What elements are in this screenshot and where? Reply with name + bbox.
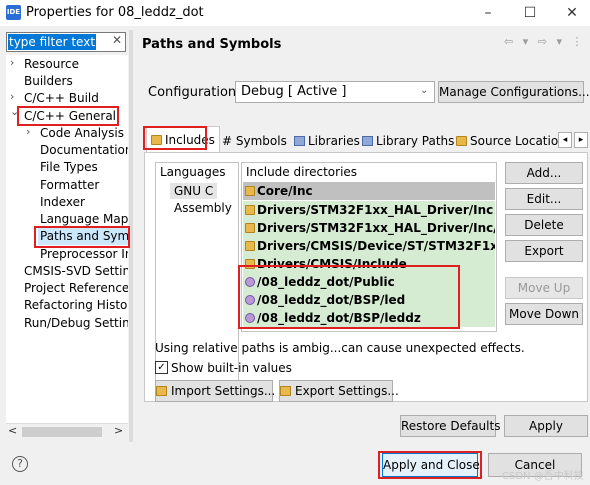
sidebar-item-documentation[interactable]: Documentation xyxy=(40,142,128,158)
highlight-apply-and-close xyxy=(378,451,482,479)
tab-symbols-label: # Symbols xyxy=(222,134,287,148)
move-up-button[interactable]: Move Up xyxy=(505,277,583,299)
sidebar-item-run-debug[interactable]: Run/Debug Settings xyxy=(24,315,128,331)
scrollbar-thumb[interactable] xyxy=(22,427,102,437)
tab-source-location-label: Source Location xyxy=(470,134,566,148)
filter-input[interactable]: type filter text ✕ xyxy=(6,32,126,52)
scroll-left-icon[interactable]: < xyxy=(8,424,17,437)
language-item-assembly[interactable]: Assembly xyxy=(174,201,232,215)
highlight-includes-tab xyxy=(143,126,207,150)
expand-code-analysis-icon[interactable]: › xyxy=(26,125,30,138)
page-title: Paths and Symbols xyxy=(142,37,282,52)
minimize-button[interactable]: – xyxy=(478,3,498,23)
highlight-cpp-general xyxy=(17,106,119,126)
tab-library-paths[interactable]: Library Paths xyxy=(362,130,454,152)
close-button[interactable]: ✕ xyxy=(562,3,582,23)
import-settings-button[interactable]: Import Settings... xyxy=(155,380,275,402)
move-down-button[interactable]: Move Down xyxy=(505,303,583,325)
page-header: Paths and Symbols ⇦ ▾ ⇨ ▾ ⋮ xyxy=(134,30,590,60)
folder-icon xyxy=(245,205,255,215)
tab-scroll-right-icon[interactable]: ▸ xyxy=(574,132,588,148)
show-builtin-checkbox[interactable]: ✓ xyxy=(155,361,168,374)
include-row[interactable]: Core/Inc xyxy=(243,182,495,200)
folder-icon xyxy=(245,223,255,233)
dialog-footer: ? Apply and Close Cancel CSDN @吾中科技 xyxy=(0,446,590,485)
expand-cpp-build-icon[interactable]: › xyxy=(10,90,14,103)
export-settings-button[interactable]: Export Settings... xyxy=(279,380,399,402)
include-row[interactable]: Drivers/STM32F1xx_HAL_Driver/Inc/L... xyxy=(243,219,495,237)
include-directories-header: Include directories xyxy=(246,165,358,179)
library-icon xyxy=(294,136,305,146)
sidebar-item-resource[interactable]: Resource xyxy=(24,56,79,72)
tree-horizontal-scrollbar[interactable]: < > xyxy=(6,423,128,439)
sidebar-item-preprocessor-include[interactable]: Preprocessor Include Paths xyxy=(40,246,128,262)
show-builtin-label: Show built-in values xyxy=(171,361,292,375)
window-title: Properties for 08_leddz_dot xyxy=(26,5,204,20)
sidebar-item-indexer[interactable]: Indexer xyxy=(40,194,85,210)
tab-libraries-label: Libraries xyxy=(308,134,360,148)
configuration-select[interactable]: Debug [ Active ] ⌄ xyxy=(235,81,435,103)
watermark: CSDN @吾中科技 xyxy=(502,471,584,482)
library-path-icon xyxy=(362,136,373,146)
highlight-workspace-includes xyxy=(238,265,460,329)
sidebar-item-language-mappings[interactable]: Language Mappings xyxy=(40,211,128,227)
sidebar-item-project-references[interactable]: Project References xyxy=(24,280,128,296)
tab-bar: Includes # Symbols Libraries Library Pat… xyxy=(144,126,590,152)
tab-library-paths-label: Library Paths xyxy=(376,134,455,148)
languages-header: Languages xyxy=(160,165,226,179)
scroll-right-icon[interactable]: > xyxy=(114,424,123,437)
maximize-button[interactable]: ☐ xyxy=(520,3,540,23)
chevron-down-icon[interactable]: ⌄ xyxy=(420,85,428,96)
expand-resource-icon[interactable]: › xyxy=(10,56,14,69)
include-row[interactable]: Drivers/STM32F1xx_HAL_Driver/Inc xyxy=(243,201,495,219)
edit-button[interactable]: Edit... xyxy=(505,188,583,210)
sidebar-item-file-types[interactable]: File Types xyxy=(40,159,98,175)
delete-button[interactable]: Delete xyxy=(505,214,583,236)
import-icon xyxy=(156,386,167,396)
clear-filter-icon[interactable]: ✕ xyxy=(112,33,122,47)
configuration-label: Configuration: xyxy=(148,85,241,100)
tab-source-location[interactable]: Source Location xyxy=(456,130,566,152)
configuration-value[interactable]: Debug [ Active ] xyxy=(241,84,347,99)
source-icon xyxy=(456,136,467,146)
sidebar-item-cmsis-svd[interactable]: CMSIS-SVD Settings xyxy=(24,263,128,279)
sidebar-item-formatter[interactable]: Formatter xyxy=(40,177,99,193)
apply-button[interactable]: Apply xyxy=(504,415,588,437)
filter-input-text[interactable]: type filter text xyxy=(8,34,97,50)
language-item-gnu-c[interactable]: GNU C xyxy=(170,183,218,199)
export-button[interactable]: Export xyxy=(505,240,583,262)
tab-symbols[interactable]: # Symbols xyxy=(222,130,287,152)
include-row[interactable]: Drivers/CMSIS/Device/ST/STM32F1xx... xyxy=(243,237,495,255)
relative-paths-warning: Using relative paths is ambig...can caus… xyxy=(155,341,525,355)
export-icon xyxy=(280,386,291,396)
folder-icon xyxy=(245,186,255,196)
help-icon[interactable]: ? xyxy=(12,456,28,472)
folder-icon xyxy=(245,241,255,251)
highlight-paths-and-symbols xyxy=(34,226,130,248)
paths-symbols-panel: Configuration: Debug [ Active ] ⌄ Manage… xyxy=(140,70,590,442)
history-nav-icons[interactable]: ⇦ ▾ ⇨ ▾ ⋮ xyxy=(504,35,585,48)
tab-scroll-left-icon[interactable]: ◂ xyxy=(558,132,572,148)
tab-libraries[interactable]: Libraries xyxy=(294,130,360,152)
restore-defaults-button[interactable]: Restore Defaults xyxy=(400,415,500,437)
sidebar-item-refactoring-history[interactable]: Refactoring History xyxy=(24,297,128,313)
sidebar-item-cpp-build[interactable]: C/C++ Build xyxy=(24,90,99,106)
app-icon: IDE xyxy=(6,5,21,20)
sidebar-item-code-analysis[interactable]: Code Analysis xyxy=(40,125,124,141)
title-bar: IDE Properties for 08_leddz_dot – ☐ ✕ xyxy=(0,0,590,26)
add-button[interactable]: Add... xyxy=(505,162,583,184)
manage-configurations-button[interactable]: Manage Configurations... xyxy=(438,81,590,103)
sidebar-item-builders[interactable]: Builders xyxy=(24,73,73,89)
